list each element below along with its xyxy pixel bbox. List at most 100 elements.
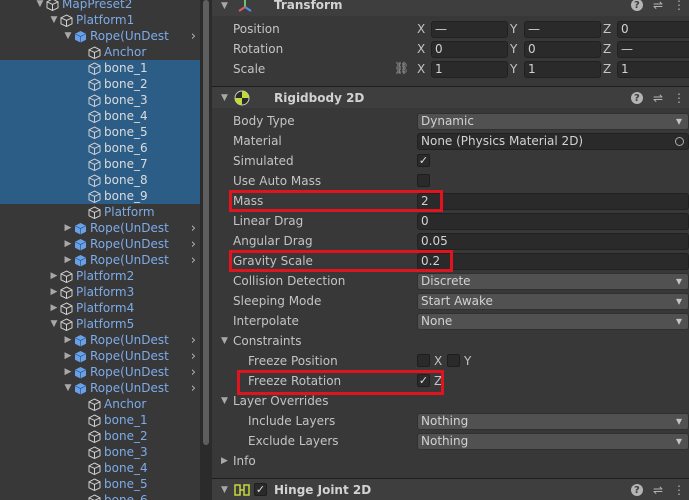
hierarchy-item[interactable]: Anchor: [0, 44, 200, 60]
position-z[interactable]: Z0: [603, 19, 689, 39]
info-row[interactable]: ▶ Info: [212, 451, 689, 471]
more-icon[interactable]: ⋮: [673, 0, 685, 12]
hierarchy-item[interactable]: bone_2: [0, 428, 200, 444]
angular-drag-field[interactable]: 0.05: [417, 232, 689, 250]
linear-drag-field[interactable]: 0: [417, 212, 689, 230]
scale-x-field[interactable]: 1: [431, 60, 508, 78]
fold-closed-icon[interactable]: ▶: [62, 239, 74, 249]
prefab-open-arrow-icon[interactable]: ›: [191, 365, 196, 380]
presets-icon[interactable]: ⇌: [653, 91, 663, 105]
rotation-x[interactable]: X0: [417, 39, 508, 59]
scale-z-field[interactable]: 1: [617, 60, 689, 78]
prefab-open-arrow-icon[interactable]: ›: [191, 221, 196, 236]
help-icon[interactable]: ?: [630, 0, 643, 11]
fold-open-icon[interactable]: ▼: [221, 485, 228, 495]
scale-z[interactable]: Z1: [603, 59, 689, 79]
hierarchy-scroll-thumb[interactable]: [203, 0, 209, 445]
sleeping-mode-dropdown[interactable]: Start Awake: [417, 292, 689, 310]
hinge-joint-enabled-checkbox[interactable]: ✓: [254, 483, 267, 496]
fold-open-icon[interactable]: ▼: [221, 93, 228, 103]
hierarchy-item[interactable]: bone_1: [0, 60, 200, 76]
position-x-field[interactable]: —: [431, 20, 508, 38]
position-y-field[interactable]: —: [524, 20, 601, 38]
hierarchy-item[interactable]: ▼ Platform5: [0, 316, 200, 332]
freeze-position-x-checkbox[interactable]: [417, 354, 430, 367]
hierarchy-item[interactable]: Platform: [0, 204, 200, 220]
rotation-y-field[interactable]: 0: [524, 40, 601, 58]
fold-open-icon[interactable]: ▼: [221, 336, 228, 346]
hierarchy-item[interactable]: bone_3: [0, 92, 200, 108]
help-icon[interactable]: ?: [630, 92, 643, 104]
exclude-layers-dropdown[interactable]: Nothing: [417, 432, 689, 450]
fold-closed-icon[interactable]: ▶: [62, 367, 74, 377]
freeze-position-y-checkbox[interactable]: [447, 354, 460, 367]
fold-open-icon[interactable]: ▼: [34, 0, 46, 9]
object-picker-icon[interactable]: [675, 136, 684, 146]
help-icon[interactable]: ?: [630, 484, 643, 496]
hierarchy-item[interactable]: ▶ Rope(UnDest ›: [0, 348, 200, 364]
material-object-field[interactable]: None (Physics Material 2D): [417, 132, 689, 150]
use-auto-mass-checkbox[interactable]: [417, 174, 430, 187]
fold-open-icon[interactable]: ▼: [48, 319, 60, 329]
body-type-dropdown[interactable]: Dynamic: [417, 112, 689, 130]
presets-icon[interactable]: ⇌: [653, 0, 663, 12]
prefab-open-arrow-icon[interactable]: ›: [191, 381, 196, 396]
fold-closed-icon[interactable]: ▶: [62, 255, 74, 265]
more-icon[interactable]: ⋮: [673, 91, 685, 105]
hierarchy-item[interactable]: bone_8: [0, 172, 200, 188]
prefab-open-arrow-icon[interactable]: ›: [191, 349, 196, 364]
transform-header[interactable]: ▼ Transform ? ⇌ ⋮: [212, 0, 689, 16]
hierarchy-item[interactable]: ▶ Rope(UnDest ›: [0, 220, 200, 236]
hinge-joint2d-header[interactable]: ▼ ✓ Hinge Joint 2D ? ⇌ ⋮: [212, 478, 689, 500]
hierarchy-item[interactable]: ▼ Rope(UnDest ›: [0, 28, 200, 44]
hierarchy-item[interactable]: bone_4: [0, 460, 200, 476]
hierarchy-item[interactable]: bone_4: [0, 108, 200, 124]
hierarchy-item[interactable]: ▼ Platform1: [0, 12, 200, 28]
simulated-checkbox[interactable]: ✓: [417, 154, 430, 167]
more-icon[interactable]: ⋮: [673, 483, 685, 497]
hierarchy-item[interactable]: ▼ MapPreset2: [0, 0, 200, 12]
position-z-field[interactable]: 0: [617, 20, 689, 38]
interpolate-dropdown[interactable]: None: [417, 312, 689, 330]
hierarchy-item[interactable]: bone_5: [0, 476, 200, 492]
hierarchy-item[interactable]: bone_7: [0, 156, 200, 172]
collision-detection-dropdown[interactable]: Discrete: [417, 272, 689, 290]
fold-closed-icon[interactable]: ▶: [48, 303, 60, 313]
rotation-z-field[interactable]: —: [617, 40, 689, 58]
mass-field[interactable]: 2: [417, 192, 689, 210]
position-y[interactable]: Y —: [510, 19, 601, 39]
fold-closed-icon[interactable]: ▶: [62, 223, 74, 233]
fold-open-icon[interactable]: ▼: [62, 383, 74, 393]
rotation-x-field[interactable]: 0: [431, 40, 508, 58]
hierarchy-item[interactable]: ▶ Platform2: [0, 268, 200, 284]
hierarchy-item[interactable]: Anchor: [0, 396, 200, 412]
fold-open-icon[interactable]: ▼: [62, 31, 74, 41]
hierarchy-item[interactable]: bone_9: [0, 188, 200, 204]
hierarchy-item[interactable]: ▶ Rope(UnDest ›: [0, 236, 200, 252]
fold-closed-icon[interactable]: ▶: [221, 456, 228, 466]
hierarchy-item[interactable]: ▶ Rope(UnDest ›: [0, 332, 200, 348]
scale-y[interactable]: Y1: [510, 59, 601, 79]
scale-x[interactable]: X1: [417, 59, 508, 79]
constraints-row[interactable]: ▼ Constraints: [212, 331, 689, 351]
hierarchy-item[interactable]: ▶ Platform3: [0, 284, 200, 300]
position-x[interactable]: X —: [417, 19, 508, 39]
rotation-y[interactable]: Y0: [510, 39, 601, 59]
prefab-open-arrow-icon[interactable]: ›: [191, 253, 196, 268]
hierarchy-item[interactable]: bone_6: [0, 140, 200, 156]
prefab-open-arrow-icon[interactable]: ›: [191, 237, 196, 252]
hierarchy-item[interactable]: ▼ Rope(UnDest ›: [0, 380, 200, 396]
hierarchy-item[interactable]: bone_3: [0, 444, 200, 460]
hierarchy-item[interactable]: bone_5: [0, 124, 200, 140]
fold-closed-icon[interactable]: ▶: [48, 271, 60, 281]
rigidbody2d-header[interactable]: ▼ Rigidbody 2D ? ⇌ ⋮: [212, 86, 689, 108]
fold-closed-icon[interactable]: ▶: [48, 287, 60, 297]
gravity-scale-field[interactable]: 0.2: [417, 252, 689, 270]
hierarchy-item[interactable]: ▶ Rope(UnDest ›: [0, 364, 200, 380]
prefab-open-arrow-icon[interactable]: ›: [191, 333, 196, 348]
constrain-proportions-icon[interactable]: ⛓: [394, 61, 409, 75]
fold-closed-icon[interactable]: ▶: [62, 351, 74, 361]
hierarchy-item[interactable]: bone_2: [0, 76, 200, 92]
presets-icon[interactable]: ⇌: [653, 483, 663, 497]
include-layers-dropdown[interactable]: Nothing: [417, 412, 689, 430]
